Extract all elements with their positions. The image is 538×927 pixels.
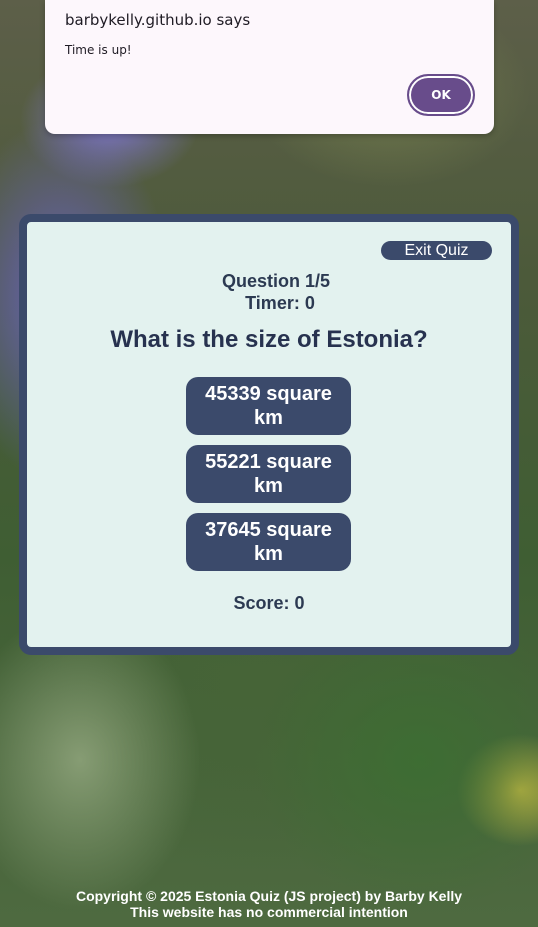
footer-notice: This website has no commercial intention — [130, 904, 408, 920]
footer-copyright: Copyright © 2025 Estonia Quiz (JS projec… — [75, 888, 463, 904]
answer-button[interactable]: 37645 square km — [186, 513, 351, 571]
alert-dialog: barbykelly.github.io says Time is up! OK — [45, 0, 494, 134]
answer-button[interactable]: 45339 square km — [186, 377, 351, 435]
exit-quiz-button[interactable]: Exit Quiz — [381, 241, 492, 260]
alert-message: Time is up! — [65, 43, 132, 57]
question-counter: Question 1/5 — [221, 271, 331, 291]
footer: Copyright © 2025 Estonia Quiz (JS projec… — [0, 888, 538, 920]
timer: Timer: 0 — [245, 293, 315, 313]
answer-list: 45339 square km 55221 square km 37645 sq… — [186, 377, 351, 581]
question-text: What is the size of Estonia? — [110, 326, 428, 353]
alert-title: barbykelly.github.io says — [65, 11, 251, 29]
answer-button[interactable]: 55221 square km — [186, 445, 351, 503]
score: Score: 0 — [233, 593, 305, 613]
quiz-card: Exit Quiz Question 1/5 Timer: 0 What is … — [19, 214, 519, 655]
alert-ok-button[interactable]: OK — [407, 74, 475, 116]
